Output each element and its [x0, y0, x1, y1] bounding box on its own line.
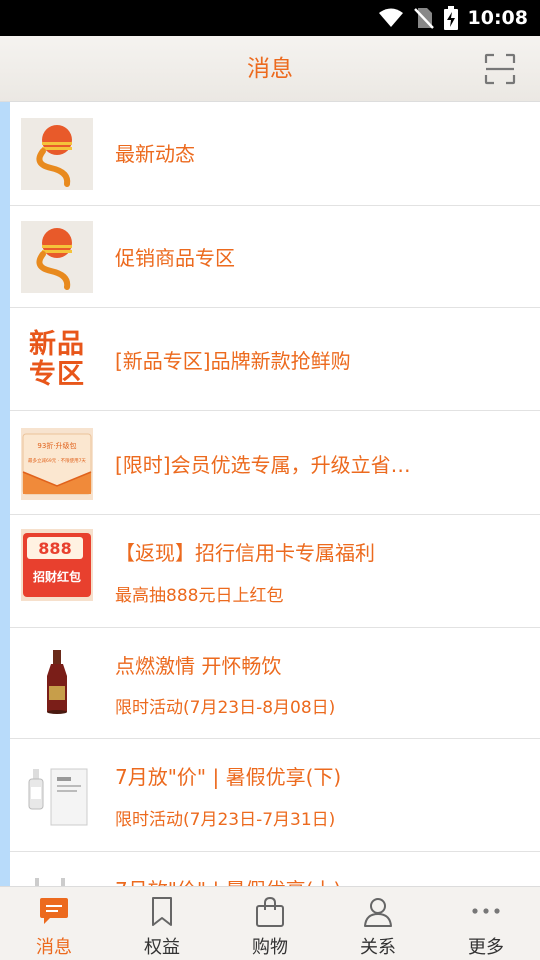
- envelope-amount: 888: [38, 539, 71, 558]
- tab-label: 关系: [360, 937, 396, 958]
- status-bar: 10:08: [0, 0, 540, 36]
- tab-shopping[interactable]: 购物: [216, 887, 324, 960]
- bottom-tab-bar: 消息 权益 购物 关系 更多: [0, 886, 540, 960]
- sun-logo-icon: [21, 221, 93, 293]
- tab-relations[interactable]: 关系: [324, 887, 432, 960]
- list-item[interactable]: 7月放"价" | 暑假优享(下) 限时活动(7月23日-7月31日): [10, 739, 540, 852]
- item-title: 7月放"价" | 暑假优享(上): [115, 874, 520, 886]
- tab-label: 购物: [252, 937, 288, 958]
- tab-label: 更多: [468, 937, 504, 958]
- item-title: [新品专区]品牌新款抢鲜购: [115, 349, 351, 373]
- list-item[interactable]: 新品 专区 [新品专区]品牌新款抢鲜购: [10, 308, 540, 411]
- wifi-icon: [378, 8, 403, 27]
- bookmark-icon: [152, 897, 172, 926]
- battery-charging-icon: [443, 6, 458, 30]
- status-time: 10:08: [467, 7, 528, 29]
- serum-bottle-icon: [21, 759, 93, 831]
- item-title: 【返现】招行信用卡专属福利: [115, 541, 375, 565]
- item-title: [限时]会员优选专属，升级立省…: [115, 453, 411, 477]
- list-item[interactable]: 888 招财红包 【返现】招行信用卡专属福利 最高抽888元日上红包: [10, 515, 540, 628]
- chat-bubble-icon: [40, 898, 68, 924]
- page-title: 消息: [247, 56, 293, 82]
- person-icon: [364, 898, 392, 927]
- product-icon: [21, 874, 93, 886]
- list-item[interactable]: 93折·升级包 最多立减69元 · 不限使用7天 [限时]会员优选专属，升级立省…: [10, 411, 540, 515]
- item-subtitle: 限时活动(7月23日-8月08日): [115, 698, 336, 718]
- tab-label: 消息: [36, 937, 72, 958]
- tab-label: 权益: [144, 937, 180, 958]
- no-sim-icon: [413, 8, 434, 29]
- more-dots-icon: [472, 908, 500, 914]
- app-header: 消息: [0, 36, 540, 102]
- item-title: 点燃激情 开怀畅饮: [115, 654, 282, 678]
- badge-line-1: 新品: [29, 329, 85, 360]
- new-products-badge: 新品 专区: [21, 324, 93, 396]
- shopping-bag-icon: [256, 897, 284, 927]
- sun-logo-icon: [21, 118, 93, 190]
- envelope-line-2: 最多立减69元 · 不限使用7天: [28, 457, 86, 464]
- item-title: 7月放"价" | 暑假优享(下): [115, 765, 342, 789]
- list-item[interactable]: 7月放"价" | 暑假优享(上): [10, 852, 540, 886]
- badge-line-2: 专区: [29, 359, 85, 390]
- envelope-line-1: 93折·升级包: [37, 441, 76, 450]
- list-item[interactable]: 最新动态: [10, 102, 540, 206]
- item-subtitle: 最高抽888元日上红包: [115, 586, 284, 606]
- list-item[interactable]: 点燃激情 开怀畅饮 限时活动(7月23日-8月08日): [10, 628, 540, 739]
- status-icons: 10:08: [378, 0, 528, 36]
- message-list[interactable]: 最新动态 促销商品专区 新品 专区 [新品专区]品牌新款抢鲜购 93折·升级包 …: [0, 102, 540, 886]
- scan-icon[interactable]: [484, 53, 516, 85]
- liquor-bottle-icon: [21, 646, 93, 718]
- tab-messages[interactable]: 消息: [0, 887, 108, 960]
- red-envelope-icon: 888 招财红包: [21, 529, 93, 601]
- item-title: 促销商品专区: [115, 246, 235, 270]
- envelope-label: 招财红包: [33, 569, 81, 584]
- item-subtitle: 限时活动(7月23日-7月31日): [115, 810, 336, 830]
- list-item[interactable]: 促销商品专区: [10, 206, 540, 308]
- envelope-coupon-icon: 93折·升级包 最多立减69元 · 不限使用7天: [21, 428, 93, 500]
- item-title: 最新动态: [115, 142, 195, 166]
- tab-more[interactable]: 更多: [432, 887, 540, 960]
- tab-benefits[interactable]: 权益: [108, 887, 216, 960]
